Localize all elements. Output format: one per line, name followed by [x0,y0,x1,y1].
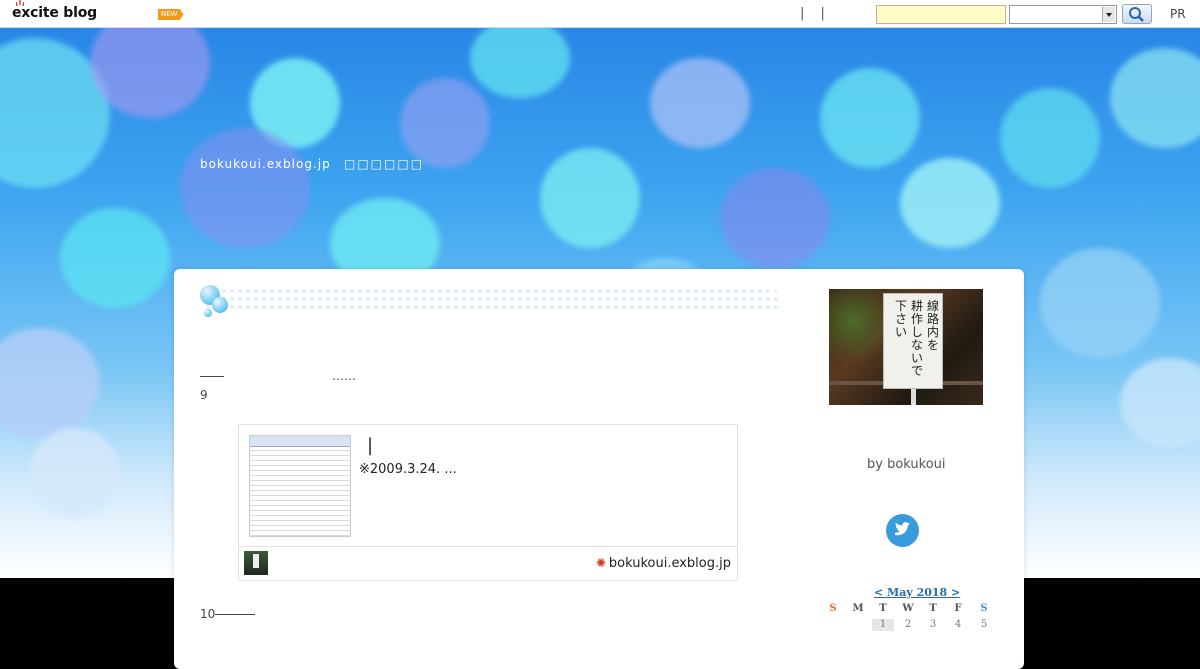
dash-divider [215,614,256,615]
search-icon [1129,7,1144,22]
chevron-down-icon[interactable] [1102,7,1115,22]
link-preview-footer: ✺ bokukoui.exblog.jp [239,546,737,582]
calendar-day[interactable]: 4 [947,619,969,631]
calendar-day[interactable]: 5 [973,619,995,631]
post-number: 9 [200,388,208,402]
calendar-weekday: M [852,603,864,614]
calendar-month-nav[interactable]: < May 2018 > [874,586,960,599]
photo-sign-post [911,388,916,405]
search-input[interactable] [876,5,1006,24]
sign-text-left: 下さい [895,299,908,339]
link-preview-card[interactable]: | ※2009.3.24. ... ✺ bokukoui.exblog.jp [238,424,738,581]
domain-text: bokukoui.exblog.jp [608,556,731,571]
bubble-decoration [212,297,228,313]
post-text-line: …… [200,369,356,383]
next-post-text: 10 [200,607,256,621]
topbar-separators: | | [800,6,831,21]
new-badge[interactable]: NEW [158,9,184,20]
calendar-weekday: T [879,603,887,614]
blog-title[interactable]: □□□□□□ [344,157,424,171]
calendar-day[interactable]: 3 [922,619,944,631]
content-card: …… 9 | ※2009.3.24. ... ✺ bokukoui.exblog.… [174,269,1024,669]
bubble-decoration [204,309,212,317]
excite-blog-logo[interactable]: excite blog [12,0,97,21]
search-button[interactable] [1122,4,1152,24]
sign-text-mid: 耕作しないで [911,299,924,378]
author-byline[interactable]: by bokukoui [867,457,946,472]
search-scope-select[interactable] [1009,5,1117,24]
calendar-weekday: T [929,603,937,614]
link-preview-thumbnail[interactable] [249,435,351,537]
link-preview-description: ※2009.3.24. ... [359,462,457,477]
next-post-number: 10 [200,607,216,621]
calendar-weekday: F [954,603,962,614]
excite-sun-icon: ✺ [595,556,606,570]
calendar-weekday: W [902,603,914,614]
twitter-button[interactable] [886,514,919,547]
pr-link[interactable]: PR [1170,7,1186,21]
photo-sign: 線路内を 耕作しないで 下さい [883,293,943,389]
sign-text-right: 線路内を [927,299,940,352]
link-preview-domain[interactable]: ✺ bokukoui.exblog.jp [596,556,731,571]
post-ellipsis: …… [332,369,356,383]
calendar-weekday: S [829,603,837,614]
photo-foliage [829,289,889,369]
author-avatar[interactable] [244,551,268,575]
blog-url-link[interactable]: bokukoui.exblog.jp [200,157,331,171]
twitter-icon [895,522,910,536]
dash-divider [200,376,224,377]
profile-photo[interactable]: 線路内を 耕作しないで 下さい [829,289,983,405]
top-bar: excite blog NEW | | PR [0,0,1200,28]
logo-text: excite blog [12,5,97,21]
calendar-weekday: S [980,603,988,614]
calendar-day[interactable]: 1 [872,619,894,631]
link-preview-title[interactable]: | [367,435,373,456]
post-title-ribbon [204,287,780,313]
excite-sun-icon [16,0,24,6]
calendar-day[interactable]: 2 [897,619,919,631]
